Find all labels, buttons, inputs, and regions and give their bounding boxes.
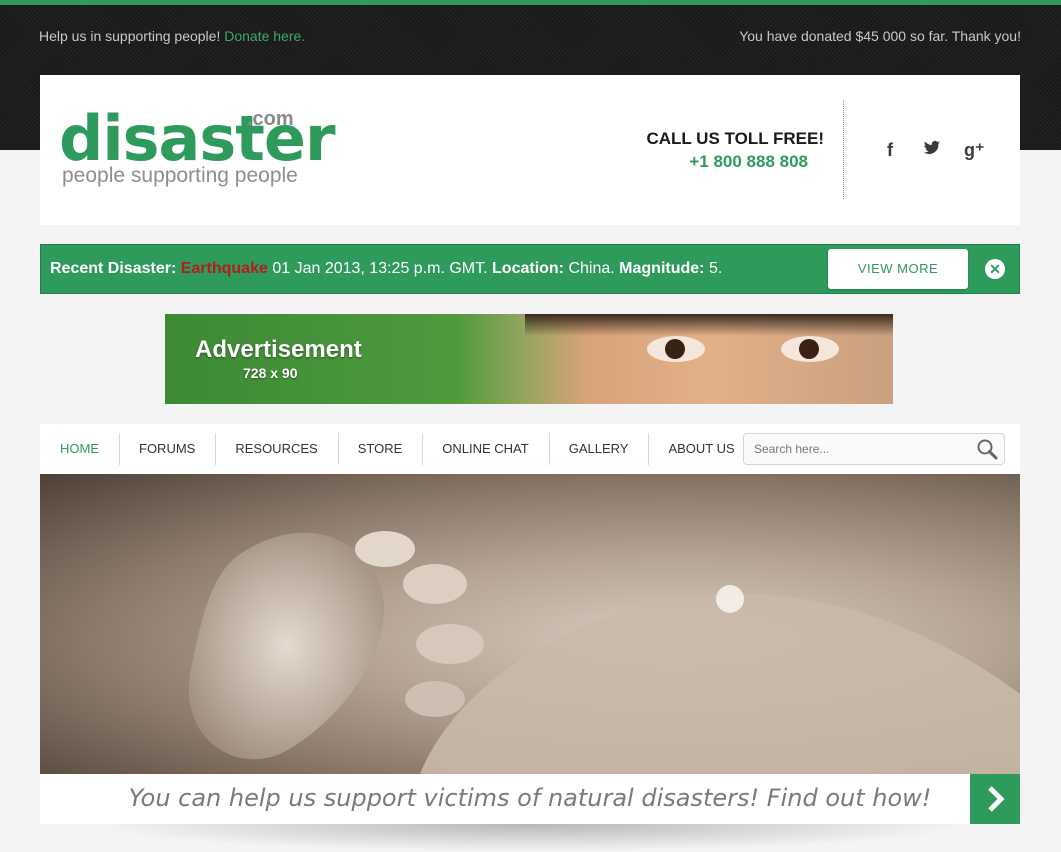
alert-location: China. — [568, 260, 615, 277]
close-icon[interactable]: ✕ — [985, 259, 1005, 279]
ad-size: 728 x 90 — [243, 365, 298, 381]
nav-item-gallery[interactable]: GALLERY — [548, 424, 649, 474]
facebook-icon[interactable]: f — [880, 139, 900, 161]
alert-disaster-type[interactable]: Earthquake — [181, 260, 268, 277]
twitter-icon[interactable] — [922, 139, 942, 161]
main-nav: HOME FORUMS RESOURCES STORE ONLINE CHAT … — [40, 424, 1020, 474]
alert-magnitude: 5. — [708, 260, 723, 277]
site-logo[interactable]: disaster .com people supporting people — [59, 108, 336, 188]
slider-shadow — [90, 824, 970, 852]
donation-total: You have donated $45 000 so far. Thank y… — [739, 28, 1021, 44]
alert-magnitude-label: Magnitude: — [619, 260, 705, 277]
view-more-button[interactable]: VIEW MORE — [828, 249, 968, 289]
alert-text: Recent Disaster: Earthquake 01 Jan 2013,… — [50, 260, 722, 278]
chevron-right-icon — [988, 786, 1005, 812]
advertisement-banner[interactable]: Advertisement 728 x 90 — [165, 314, 893, 404]
toll-free-block: CALL US TOLL FREE! +1 800 888 808 — [646, 129, 824, 172]
ad-photo-eye-right — [781, 336, 839, 362]
help-text: Help us in supporting people! — [39, 28, 221, 44]
alert-date: 01 Jan 2013, 13:25 p.m. GMT. — [272, 260, 488, 277]
toll-free-heading: CALL US TOLL FREE! — [646, 129, 824, 148]
hero-hands-photo — [188, 531, 1020, 774]
slider-next-button[interactable] — [970, 774, 1020, 824]
search-box — [743, 433, 1005, 465]
nav-item-home[interactable]: HOME — [40, 424, 119, 474]
logo-tagline: people supporting people — [62, 164, 298, 187]
nav-item-store[interactable]: STORE — [337, 424, 423, 474]
logo-tld: .com — [247, 108, 294, 130]
social-links: f g⁺ — [880, 139, 985, 161]
nav-item-online-chat[interactable]: ONLINE CHAT — [422, 424, 548, 474]
search-input[interactable] — [744, 434, 964, 464]
nav-item-about-us[interactable]: ABOUT US — [648, 424, 754, 474]
disaster-alert-bar: Recent Disaster: Earthquake 01 Jan 2013,… — [40, 244, 1020, 294]
google-plus-icon[interactable]: g⁺ — [964, 139, 985, 161]
hero-slide-image — [40, 474, 1020, 774]
ad-title: Advertisement — [195, 336, 362, 363]
ad-photo-eye-left — [647, 336, 705, 362]
alert-location-label: Location: — [492, 260, 565, 277]
nav-item-resources[interactable]: RESOURCES — [215, 424, 337, 474]
toll-free-phone[interactable]: +1 800 888 808 — [646, 152, 808, 172]
donate-link[interactable]: Donate here. — [224, 28, 305, 44]
nav-item-forums[interactable]: FORUMS — [119, 424, 215, 474]
slider-caption-text[interactable]: You can help us support victims of natur… — [40, 784, 1020, 812]
search-icon[interactable] — [976, 438, 998, 460]
header-divider — [843, 100, 844, 199]
ad-photo-hair — [525, 314, 893, 336]
alert-label: Recent Disaster: — [50, 260, 177, 277]
slider-caption: You can help us support victims of natur… — [40, 774, 1020, 824]
donate-prompt: Help us in supporting people! Donate her… — [39, 28, 305, 44]
site-header: disaster .com people supporting people C… — [40, 75, 1020, 225]
